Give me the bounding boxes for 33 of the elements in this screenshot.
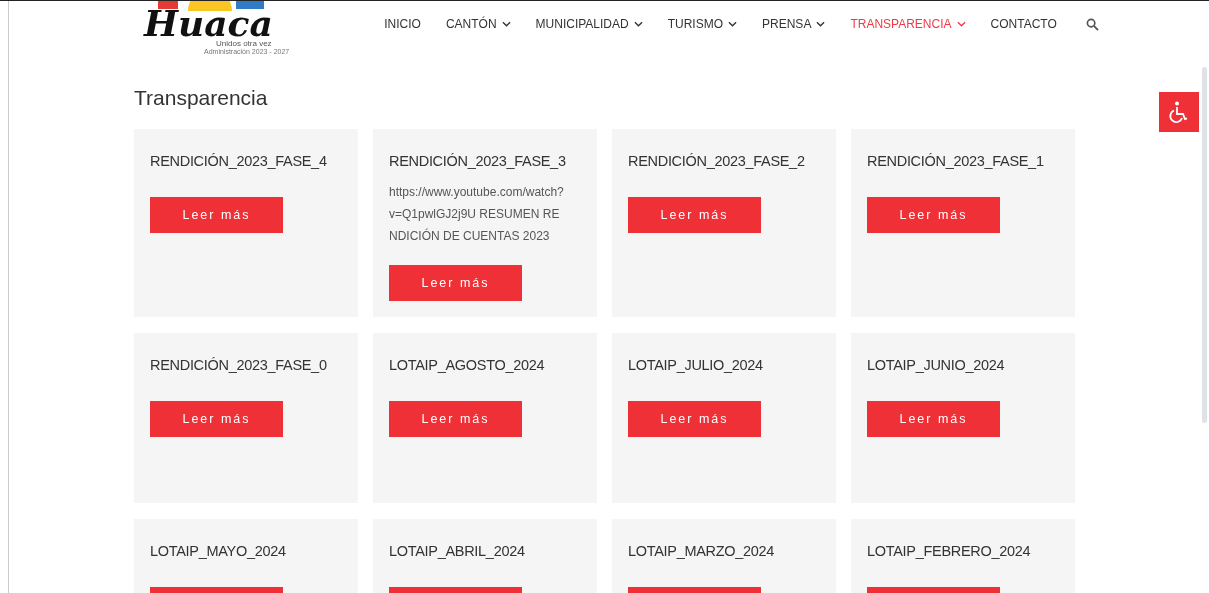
logo-slogan: Unidos otra vez: [216, 39, 272, 48]
card-title[interactable]: LOTAIP_JULIO_2024: [628, 351, 820, 377]
nav-link[interactable]: MUNICIPALIDAD: [535, 17, 643, 31]
card-title[interactable]: LOTAIP_AGOSTO_2024: [389, 351, 581, 377]
read-more-button[interactable]: Leer más: [389, 265, 522, 301]
nav-link[interactable]: CONTACTO: [990, 17, 1057, 31]
card-title[interactable]: LOTAIP_ABRIL_2024: [389, 537, 581, 563]
nav-link[interactable]: TRANSPARENCIA: [850, 17, 966, 31]
read-more-button[interactable]: Leer más: [628, 197, 761, 233]
read-more-button[interactable]: Leer más: [150, 197, 283, 233]
accessibility-button[interactable]: [1159, 92, 1199, 132]
read-more-button[interactable]: Leer más: [150, 401, 283, 437]
card-title[interactable]: RENDICIÓN_2023_FASE_3: [389, 147, 581, 173]
card-title[interactable]: RENDICIÓN_2023_FASE_0: [150, 351, 342, 377]
read-more-button[interactable]: Leer más: [628, 401, 761, 437]
logo-wordmark: Huaca: [144, 7, 273, 39]
card-title[interactable]: RENDICIÓN_2023_FASE_4: [150, 147, 342, 173]
read-more-button[interactable]: Leer más: [389, 401, 522, 437]
card-title[interactable]: RENDICIÓN_2023_FASE_2: [628, 147, 820, 173]
card-title[interactable]: LOTAIP_JUNIO_2024: [867, 351, 1059, 377]
read-more-button[interactable]: Leer más: [867, 197, 1000, 233]
card-title[interactable]: RENDICIÓN_2023_FASE_1: [867, 147, 1059, 173]
nav-link[interactable]: CANTÓN: [445, 17, 511, 31]
page-title: Transparencia: [134, 85, 269, 111]
read-more-button[interactable]: Leer más: [867, 401, 1000, 437]
card-title[interactable]: LOTAIP_MAYO_2024: [150, 537, 342, 563]
nav-link[interactable]: PRENSA: [762, 17, 826, 31]
search-icon[interactable]: [1085, 17, 1099, 31]
nav-link[interactable]: TURISMO: [667, 17, 738, 31]
card-title[interactable]: LOTAIP_MARZO_2024: [628, 537, 820, 563]
card-title[interactable]: LOTAIP_FEBRERO_2024: [867, 537, 1059, 563]
nav-link[interactable]: INICIO: [384, 17, 421, 31]
card-excerpt: https://www.youtube.com/watch?v=Q1pwlGJ2j9U RESUMEN RENDICIÓN DE CUENTAS 2023: [389, 184, 565, 245]
